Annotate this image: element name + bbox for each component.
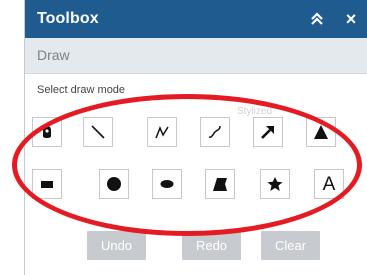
clear-button[interactable]: Clear	[261, 231, 320, 260]
panel-title: Draw	[37, 47, 70, 63]
watermark-text: Stylized	[237, 106, 273, 117]
tool-rectangle[interactable]	[32, 169, 62, 199]
tool-circle[interactable]	[99, 169, 129, 199]
double-chevron-up-icon	[311, 12, 323, 25]
tool-freehand-polyline[interactable]	[200, 117, 230, 147]
undo-button[interactable]: Undo	[87, 231, 146, 260]
title-bar: Toolbox ×	[25, 0, 367, 38]
close-button[interactable]: ×	[340, 8, 362, 30]
polygon-icon	[213, 178, 227, 191]
arrow-icon	[261, 126, 274, 139]
window-title: Toolbox	[37, 10, 99, 27]
freehand-line-icon	[208, 125, 221, 138]
point-icon	[43, 126, 51, 138]
tool-text[interactable]: A	[314, 169, 344, 199]
tool-freehand-polygon[interactable]	[260, 169, 290, 199]
draw-panel-header[interactable]: Draw	[25, 38, 367, 74]
toolbox-window: Toolbox × Draw Select draw mode Stylized	[24, 0, 367, 275]
ellipse-icon	[160, 180, 174, 188]
tool-triangle[interactable]	[306, 117, 336, 147]
line-icon	[91, 125, 105, 139]
tool-polyline[interactable]	[147, 117, 177, 147]
tool-polygon[interactable]	[205, 169, 235, 199]
tool-arrow[interactable]	[253, 117, 283, 147]
select-mode-label: Select draw mode	[37, 84, 126, 96]
redo-button[interactable]: Redo	[182, 231, 241, 260]
freehand-polygon-icon	[267, 177, 283, 191]
tool-point[interactable]	[32, 117, 62, 147]
triangle-icon	[314, 125, 328, 139]
close-icon: ×	[345, 9, 357, 29]
circle-icon	[107, 177, 121, 191]
tool-line[interactable]	[83, 117, 113, 147]
rectangle-icon	[41, 181, 53, 188]
text-icon: A	[322, 173, 336, 195]
collapse-button[interactable]	[306, 8, 328, 30]
polyline-icon	[155, 126, 169, 139]
tool-ellipse[interactable]	[152, 169, 182, 199]
